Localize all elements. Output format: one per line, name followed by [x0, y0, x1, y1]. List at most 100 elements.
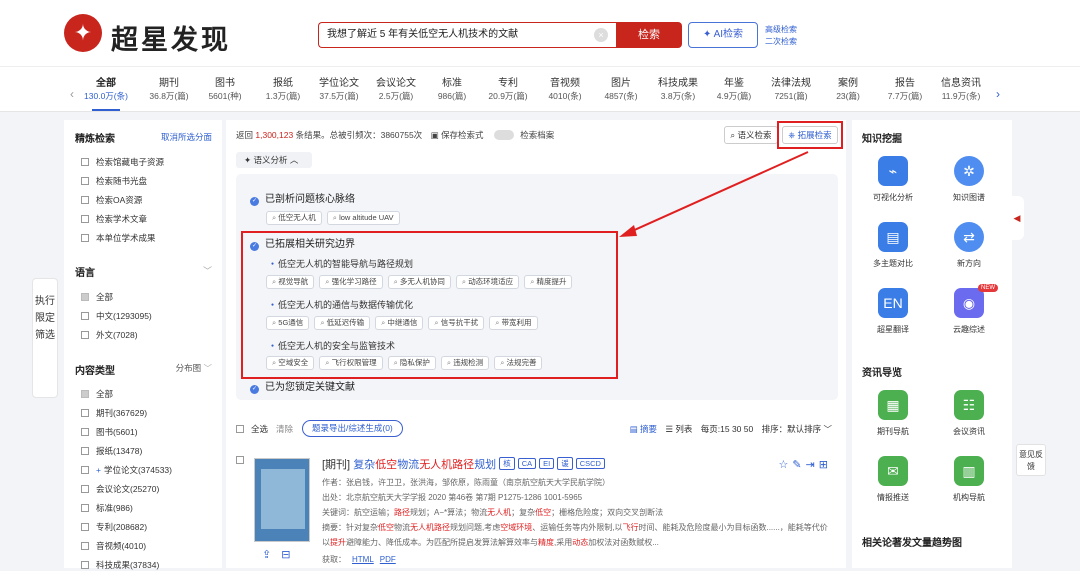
cover-action-icons[interactable]: ⇪⊟	[262, 548, 300, 561]
chevron-right-icon[interactable]: ›	[996, 87, 1000, 101]
type-option[interactable]: 专利(208682)	[81, 521, 147, 533]
sort-select[interactable]: 默认排序 ﹀	[787, 424, 832, 434]
review-tool[interactable]: ◉ 云趣综述 NEW	[938, 284, 1000, 335]
language-option[interactable]: 全部	[81, 291, 113, 303]
collapse-panel-icon[interactable]: ◀	[1010, 196, 1024, 240]
tab-all[interactable]: 全部 130.0万(条)	[76, 77, 136, 111]
org-nav-tool[interactable]: ▥ 机构导航	[938, 456, 1000, 503]
checkbox[interactable]	[81, 196, 89, 204]
brand-name[interactable]: 超星发现	[111, 18, 231, 57]
abstract-view-link[interactable]: 摘要	[640, 424, 657, 434]
ai-search-button[interactable]: ✦ AI检索	[688, 22, 758, 48]
checkbox[interactable]	[81, 390, 89, 398]
checkbox[interactable]	[81, 504, 89, 512]
per-page-options[interactable]: 15 30 50	[720, 424, 753, 434]
pdf-link[interactable]: PDF	[380, 555, 396, 564]
advanced-search-link[interactable]: 高级检索	[765, 24, 797, 36]
tab-image[interactable]: 图片 4857(条)	[591, 77, 651, 103]
archive-toggle[interactable]	[493, 130, 514, 140]
refine-option[interactable]: 本单位学术成果	[81, 232, 156, 244]
checkbox[interactable]	[81, 466, 89, 474]
keyword-tag[interactable]: low altitude UAV	[326, 211, 400, 225]
type-option[interactable]: 标准(986)	[81, 502, 133, 514]
checkbox[interactable]	[81, 312, 89, 320]
feedback-button[interactable]: 意见反馈	[1016, 444, 1046, 476]
tab-conference[interactable]: 会议论文 2.5万(篇)	[366, 77, 426, 103]
journal-cover[interactable]	[254, 458, 310, 542]
checkbox[interactable]	[81, 331, 89, 339]
type-option[interactable]: 图书(5601)	[81, 426, 138, 438]
knowledge-graph-tool[interactable]: ✲ 知识图谱	[938, 156, 1000, 203]
keyword-tag[interactable]: 低空无人机	[266, 211, 322, 225]
save-query-icon[interactable]: ▣	[431, 130, 439, 140]
tab-video[interactable]: 音视频 4010(条)	[535, 77, 595, 103]
tab-law[interactable]: 法律法规 7251(篇)	[761, 77, 821, 103]
secondary-search-link[interactable]: 二次检索	[765, 36, 797, 48]
checkbox[interactable]	[81, 215, 89, 223]
tab-patent[interactable]: 专利 20.9万(篇)	[478, 77, 538, 103]
export-button[interactable]: 题录导出/综述生成(0)	[302, 420, 403, 437]
distribution-link[interactable]: 分布图 ﹀	[176, 362, 212, 374]
tab-thesis[interactable]: 学位论文 37.5万(篇)	[309, 77, 369, 103]
journal-nav-tool[interactable]: ▦ 期刊导航	[862, 390, 924, 437]
type-option[interactable]: 报纸(13478)	[81, 445, 142, 457]
info-push-tool[interactable]: ✉ 情报推送	[862, 456, 924, 503]
select-all[interactable]: 全选	[236, 423, 268, 435]
tab-report[interactable]: 报告 7.7万(篇)	[875, 77, 935, 103]
chevron-left-icon[interactable]: ‹	[70, 87, 74, 101]
clear-selection-link[interactable]: 清除	[276, 423, 293, 435]
refine-option[interactable]: 检索OA资源	[81, 194, 142, 206]
refine-option[interactable]: 检索馆藏电子资源	[81, 156, 164, 168]
translate-tool[interactable]: EN 超星翻译	[862, 288, 924, 335]
checkbox[interactable]	[81, 485, 89, 493]
list-view-link[interactable]: 列表	[675, 424, 692, 434]
save-query-link[interactable]: 保存检索式	[441, 130, 484, 140]
chaoxing-logo-icon[interactable]: ✦	[64, 14, 102, 52]
tab-newspaper[interactable]: 报纸 1.3万(篇)	[253, 77, 313, 103]
type-option[interactable]: 音视频(4010)	[81, 540, 146, 552]
checkbox[interactable]	[81, 409, 89, 417]
type-option[interactable]: 全部	[81, 388, 113, 400]
checkbox[interactable]	[81, 234, 89, 242]
visual-analysis-tool[interactable]: ⌁ 可视化分析	[862, 156, 924, 203]
list-view-icon[interactable]: ☰	[665, 424, 675, 434]
meeting-news-tool[interactable]: ☷ 会议资讯	[938, 390, 1000, 437]
apply-filter-tab[interactable]: 执行限定筛选	[32, 278, 58, 398]
expand-plus-icon[interactable]: +	[96, 465, 101, 475]
semantic-analysis-toggle[interactable]: ✦ 语义分析 ︿	[236, 152, 312, 168]
checkbox[interactable]	[81, 428, 89, 436]
tab-book[interactable]: 图书 5601(种)	[195, 77, 255, 103]
topic-compare-tool[interactable]: ▤ 多主题对比	[862, 222, 924, 269]
semantic-search-button[interactable]: ⌕ 语义检索	[724, 126, 778, 144]
chevron-down-icon[interactable]: ﹀	[203, 264, 212, 277]
result-title[interactable]: [期刊] 复杂低空物流无人机路径规划核 CA EI 谖 CSCD	[322, 456, 605, 472]
refine-option[interactable]: 检索学术文章	[81, 213, 147, 225]
tab-yearbook[interactable]: 年鉴 4.9万(篇)	[704, 77, 764, 103]
checkbox[interactable]	[81, 158, 89, 166]
checkbox[interactable]	[81, 523, 89, 531]
checkbox[interactable]	[236, 425, 244, 433]
checkbox[interactable]	[81, 177, 89, 185]
checkbox[interactable]	[81, 293, 89, 301]
new-direction-tool[interactable]: ⇄ 新方向	[938, 222, 1000, 269]
tab-news[interactable]: 信息资讯 11.9万(条)	[931, 77, 991, 103]
checkbox[interactable]	[81, 542, 89, 550]
type-option[interactable]: 期刊(367629)	[81, 407, 147, 419]
result-checkbox[interactable]	[236, 456, 244, 464]
checkbox[interactable]	[81, 447, 89, 455]
language-option[interactable]: 中文(1293095)	[81, 310, 152, 322]
html-link[interactable]: HTML	[352, 555, 374, 564]
tab-achievement[interactable]: 科技成果 3.8万(条)	[648, 77, 708, 103]
tab-standard[interactable]: 标准 986(篇)	[422, 77, 482, 103]
type-option[interactable]: 会议论文(25270)	[81, 483, 159, 495]
clear-search-icon[interactable]: ×	[594, 28, 608, 42]
refine-option[interactable]: 检索随书光盘	[81, 175, 147, 187]
result-action-icons[interactable]: ☆✎⇥⊞	[778, 458, 832, 471]
tab-case[interactable]: 案例 23(篇)	[818, 77, 878, 103]
search-input[interactable]: 我想了解近 5 年有关低空无人机技术的文献	[318, 22, 616, 48]
search-button[interactable]: 检索	[616, 22, 682, 48]
type-option[interactable]: 科技成果(37834)	[81, 559, 159, 571]
cancel-facets-link[interactable]: 取消所选分面	[161, 131, 212, 143]
language-option[interactable]: 外文(7028)	[81, 329, 138, 341]
abstract-view-icon[interactable]: ▤	[630, 424, 640, 434]
